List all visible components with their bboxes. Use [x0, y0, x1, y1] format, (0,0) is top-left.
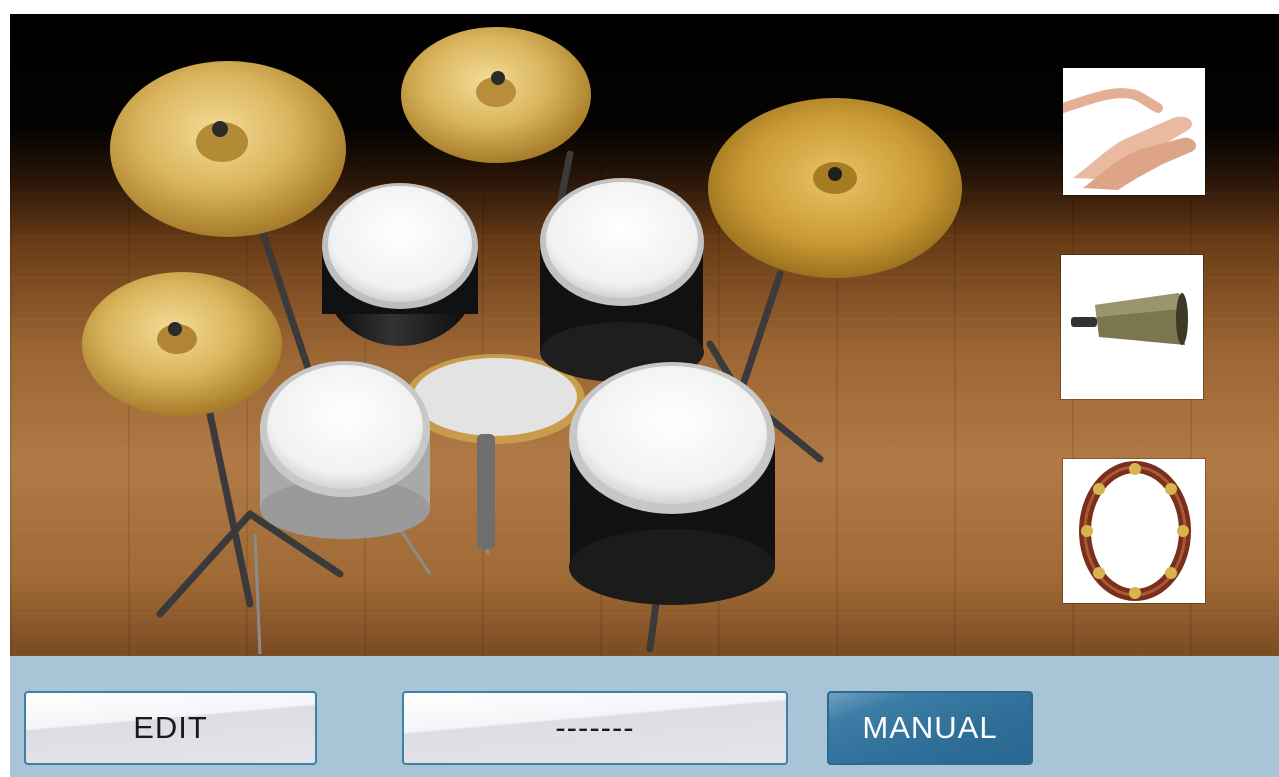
cowbell-pad[interactable] [1061, 255, 1203, 399]
cowbell-icon [1071, 293, 1188, 345]
floor-tom[interactable] [569, 362, 775, 605]
pattern-display-label: ------- [555, 710, 635, 745]
snare-drum[interactable] [260, 361, 430, 539]
hihat-cymbal[interactable] [82, 272, 282, 416]
tambourine-pad[interactable] [1063, 459, 1205, 603]
hand-clap-pad[interactable] [1063, 68, 1205, 195]
edit-button[interactable]: EDIT [24, 691, 317, 765]
crash-cymbal-left[interactable] [110, 61, 346, 237]
bass-drum[interactable] [405, 354, 585, 549]
manual-button[interactable]: MANUAL [827, 691, 1033, 765]
tambourine-icon [1079, 461, 1191, 601]
manual-button-label: MANUAL [862, 710, 998, 745]
bottom-control-bar: EDIT ------- MANUAL [10, 656, 1279, 777]
tom-left[interactable] [322, 183, 478, 346]
ride-cymbal-right[interactable] [708, 98, 962, 278]
splash-cymbal-top[interactable] [401, 27, 591, 163]
edit-button-label: EDIT [133, 710, 208, 745]
pattern-display-button[interactable]: ------- [402, 691, 788, 765]
tom-right[interactable] [540, 178, 704, 382]
hand-clap-icon [1063, 88, 1197, 190]
